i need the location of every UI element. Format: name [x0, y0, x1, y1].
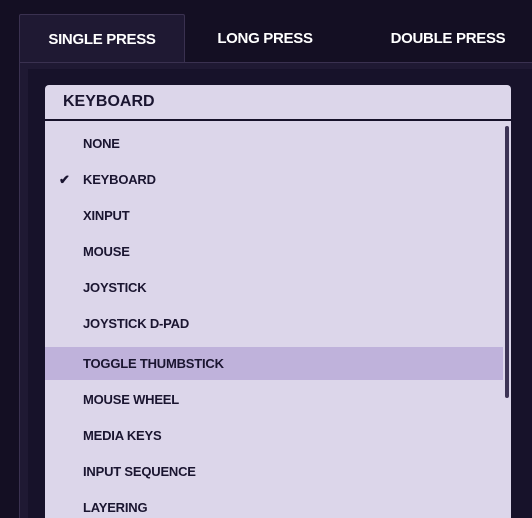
- option-label: NONE: [83, 136, 120, 151]
- option-mouse-wheel[interactable]: MOUSE WHEEL: [45, 383, 503, 416]
- mode-select-value: KEYBOARD: [63, 93, 155, 110]
- tab-double-press[interactable]: DOUBLE PRESS: [364, 14, 532, 62]
- dropdown-scrollbar-thumb[interactable]: [505, 126, 509, 398]
- option-label: TOGGLE THUMBSTICK: [83, 356, 224, 371]
- option-label: LAYERING: [83, 500, 148, 515]
- option-joystick[interactable]: JOYSTICK: [45, 271, 503, 304]
- app-root: SINGLE PRESS LONG PRESS DOUBLE PRESS KEY…: [0, 0, 532, 518]
- option-label: XINPUT: [83, 208, 130, 223]
- option-label: INPUT SEQUENCE: [83, 464, 196, 479]
- tab-long-press[interactable]: LONG PRESS: [190, 14, 340, 62]
- option-none[interactable]: NONE: [45, 127, 503, 160]
- mode-select[interactable]: KEYBOARD: [45, 85, 511, 119]
- option-label: MOUSE WHEEL: [83, 392, 180, 407]
- tab-label: SINGLE PRESS: [48, 30, 156, 48]
- option-input-sequence[interactable]: INPUT SEQUENCE: [45, 455, 503, 488]
- option-xinput[interactable]: XINPUT: [45, 199, 503, 232]
- option-toggle-thumbstick[interactable]: TOGGLE THUMBSTICK: [45, 347, 503, 380]
- tab-label: LONG PRESS: [217, 29, 313, 47]
- tab-bar: SINGLE PRESS LONG PRESS DOUBLE PRESS: [0, 0, 532, 63]
- option-keyboard[interactable]: ✔ KEYBOARD: [45, 163, 503, 196]
- option-label: MOUSE: [83, 244, 130, 259]
- option-joystick-dpad[interactable]: JOYSTICK D-PAD: [45, 307, 503, 340]
- option-media-keys[interactable]: MEDIA KEYS: [45, 419, 503, 452]
- option-label: KEYBOARD: [83, 172, 156, 187]
- option-label: JOYSTICK: [83, 280, 147, 295]
- option-layering[interactable]: LAYERING: [45, 491, 503, 518]
- checkmark-icon: ✔: [59, 171, 70, 187]
- option-label: MEDIA KEYS: [83, 428, 162, 443]
- tab-single-press[interactable]: SINGLE PRESS: [19, 14, 185, 63]
- mode-dropdown-list: NONE ✔ KEYBOARD XINPUT MOUSE JOYSTICK JO…: [45, 121, 503, 518]
- tab-label: DOUBLE PRESS: [390, 29, 506, 47]
- option-label: JOYSTICK D-PAD: [83, 316, 190, 331]
- option-mouse[interactable]: MOUSE: [45, 235, 503, 268]
